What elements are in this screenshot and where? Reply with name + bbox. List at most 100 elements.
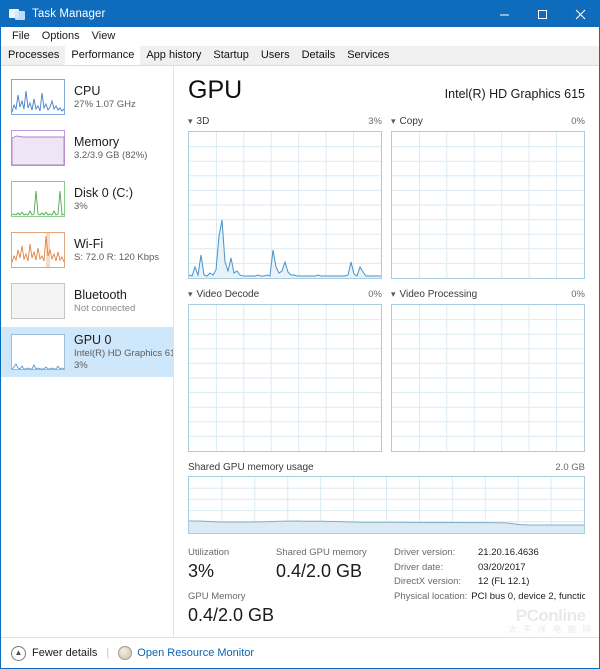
open-resource-monitor-link[interactable]: Open Resource Monitor xyxy=(137,647,254,659)
sidebar-item-label: Bluetooth xyxy=(74,287,127,302)
engine-video-decode-value: 0% xyxy=(368,289,382,300)
task-manager-icon xyxy=(9,7,25,21)
window-title: Task Manager xyxy=(32,8,106,20)
content-area: CPU 27% 1.07 GHz Memory 3.2/3.9 GB (82%) xyxy=(1,66,599,637)
detail-value: 12 (FL 12.1) xyxy=(478,576,530,587)
panel-header: GPU Intel(R) HD Graphics 615 xyxy=(188,76,585,105)
minimize-button[interactable] xyxy=(485,1,523,27)
detail-key: DirectX version: xyxy=(394,576,462,587)
sidebar-item-sub: 3% xyxy=(74,200,88,212)
gpu-memory-value: 0.4/2.0 GB xyxy=(188,605,275,625)
performance-sidebar: CPU 27% 1.07 GHz Memory 3.2/3.9 GB (82%) xyxy=(1,66,174,637)
engine-video-processing-label: Video Processing xyxy=(399,289,478,300)
stat-column-shared: Shared GPU memory 0.4/2.0 GB xyxy=(276,546,394,634)
wifi-thumb-icon xyxy=(11,232,65,268)
tab-performance[interactable]: Performance xyxy=(65,46,141,65)
gpu-panel: GPU Intel(R) HD Graphics 615 ▾ 3D 3% ▾ C… xyxy=(174,66,599,637)
sidebar-item-disk[interactable]: Disk 0 (C:) 3% xyxy=(1,174,173,224)
shared-gpu-memory-label: Shared GPU memory xyxy=(276,547,367,558)
sidebar-item-memory[interactable]: Memory 3.2/3.9 GB (82%) xyxy=(1,123,173,173)
detail-row: Physical location: PCI bus 0, device 2, … xyxy=(394,590,585,605)
sidebar-item-cpu[interactable]: CPU 27% 1.07 GHz xyxy=(1,72,173,122)
disk-thumb-icon xyxy=(11,181,65,217)
menu-item-options[interactable]: Options xyxy=(36,27,86,46)
memory-thumb-icon xyxy=(11,130,65,166)
engine-video-decode-header: ▾ Video Decode 0% xyxy=(188,288,382,301)
engine-video-decode-graph xyxy=(188,304,382,452)
menu-bar: File Options View xyxy=(1,27,599,46)
tab-processes[interactable]: Processes xyxy=(2,46,66,65)
menu-item-file[interactable]: File xyxy=(6,27,36,46)
sidebar-item-label: GPU 0 xyxy=(74,332,112,347)
close-button[interactable] xyxy=(561,1,599,27)
chevron-down-icon[interactable]: ▾ xyxy=(188,117,193,126)
bluetooth-thumb-icon xyxy=(11,283,65,319)
fewer-details-button[interactable]: Fewer details xyxy=(32,647,97,659)
sidebar-item-bluetooth[interactable]: Bluetooth Not connected xyxy=(1,276,173,326)
engine-video-processing-graph xyxy=(391,304,585,452)
engine-video-decode-label: Video Decode xyxy=(196,289,260,300)
engine-video-processing-header: ▾ Video Processing 0% xyxy=(391,288,585,301)
sidebar-item-sub: Not connected xyxy=(74,302,136,314)
detail-key: Physical location: xyxy=(394,590,468,602)
engine-3d-graph xyxy=(188,131,382,279)
engine-copy-label: Copy xyxy=(399,116,423,127)
chevron-down-icon[interactable]: ▾ xyxy=(391,117,396,126)
gpu-stats: Utilization 3% GPU Memory 0.4/2.0 GB Sha… xyxy=(188,546,585,634)
sidebar-item-gpu[interactable]: GPU 0 Intel(R) HD Graphics 615 3% xyxy=(1,327,173,377)
detail-row: Driver version: 21.20.16.4636 xyxy=(394,546,585,561)
utilization-value: 3% xyxy=(188,561,215,581)
detail-value: 21.20.16.4636 xyxy=(478,547,539,558)
tab-users[interactable]: Users xyxy=(254,46,296,65)
chevron-down-icon[interactable]: ▾ xyxy=(391,290,396,299)
shared-gpu-memory-value: 0.4/2.0 GB xyxy=(276,561,363,581)
engine-3d: ▾ 3D 3% xyxy=(188,115,382,279)
window-controls xyxy=(485,1,599,27)
engine-row-1: ▾ 3D 3% ▾ Copy 0% xyxy=(188,115,585,279)
chevron-up-icon[interactable]: ▲ xyxy=(11,645,26,661)
engine-copy-value: 0% xyxy=(571,116,585,127)
engine-video-processing-value: 0% xyxy=(571,289,585,300)
engine-video-processing: ▾ Video Processing 0% xyxy=(391,288,585,452)
utilization-label: Utilization xyxy=(188,547,230,558)
stat-column-details: Driver version: 21.20.16.4636 Driver dat… xyxy=(394,546,585,634)
engine-video-decode: ▾ Video Decode 0% xyxy=(188,288,382,452)
maximize-button[interactable] xyxy=(523,1,561,27)
sidebar-item-sub: 3.2/3.9 GB (82%) xyxy=(74,149,148,161)
detail-value: PCI bus 0, device 2, functio... xyxy=(471,590,585,602)
sidebar-item-label: CPU xyxy=(74,83,101,98)
shared-memory-header: Shared GPU memory usage 2.0 GB xyxy=(188,462,585,473)
engine-copy-graph xyxy=(391,131,585,279)
tab-services[interactable]: Services xyxy=(341,46,396,65)
engine-row-2: ▾ Video Decode 0% ▾ Video Processing 0% xyxy=(188,288,585,452)
tab-details[interactable]: Details xyxy=(295,46,342,65)
tab-startup[interactable]: Startup xyxy=(207,46,255,65)
title-bar: Task Manager xyxy=(1,1,599,27)
engine-3d-value: 3% xyxy=(368,116,382,127)
sidebar-item-sub2: 3% xyxy=(74,359,88,371)
page-title: GPU xyxy=(188,76,243,104)
shared-memory-label: Shared GPU memory usage xyxy=(188,462,314,473)
sidebar-item-sub: 27% 1.07 GHz xyxy=(74,98,136,110)
task-manager-window: Task Manager File Options View Processes… xyxy=(0,0,600,669)
sidebar-item-label: Memory xyxy=(74,134,120,149)
engine-3d-label: 3D xyxy=(196,116,210,127)
resource-monitor-icon xyxy=(118,646,133,660)
gpu-thumb-icon xyxy=(11,334,65,370)
detail-key: Driver date: xyxy=(394,561,444,573)
status-bar: ▲ Fewer details | Open Resource Monitor xyxy=(1,637,599,668)
tab-app-history[interactable]: App history xyxy=(140,46,208,65)
engine-copy: ▾ Copy 0% xyxy=(391,115,585,279)
detail-value: 03/20/2017 xyxy=(478,561,526,573)
sidebar-item-wifi[interactable]: Wi-Fi S: 72.0 R: 120 Kbps xyxy=(1,225,173,275)
sidebar-item-label: Wi-Fi xyxy=(74,236,104,251)
sidebar-item-sub: S: 72.0 R: 120 Kbps xyxy=(74,251,160,263)
detail-key: Driver version: xyxy=(394,547,456,558)
sidebar-item-sub: Intel(R) HD Graphics 615 xyxy=(74,347,173,359)
menu-item-view[interactable]: View xyxy=(86,27,122,46)
detail-row: DirectX version: 12 (FL 12.1) xyxy=(394,575,585,590)
footer-divider: | xyxy=(106,647,110,659)
stat-column-utilization: Utilization 3% GPU Memory 0.4/2.0 GB xyxy=(188,546,276,634)
chevron-down-icon[interactable]: ▾ xyxy=(188,290,193,299)
shared-memory-max: 2.0 GB xyxy=(555,462,585,473)
